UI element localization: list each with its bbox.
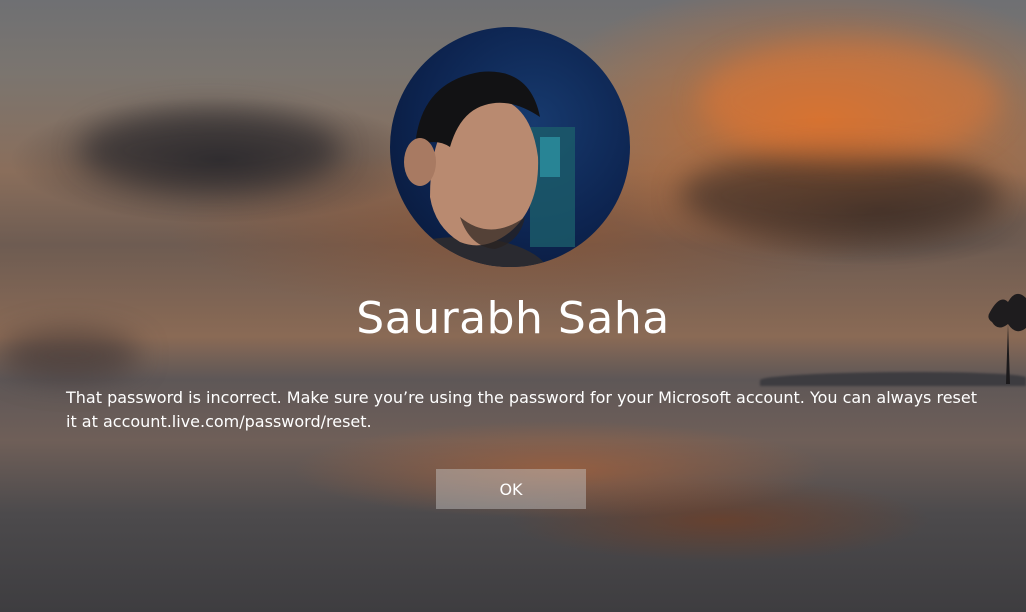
user-photo-icon: [390, 27, 630, 267]
lock-screen: Saurabh Saha That password is incorrect.…: [0, 0, 1026, 612]
error-message: That password is incorrect. Make sure yo…: [66, 386, 986, 434]
user-avatar: [390, 27, 630, 267]
ok-button[interactable]: OK: [436, 469, 586, 509]
wallpaper-cloud: [80, 110, 340, 190]
wallpaper-cloud: [680, 150, 1000, 240]
user-name: Saurabh Saha: [0, 293, 1026, 344]
wallpaper-glow: [700, 40, 1000, 160]
